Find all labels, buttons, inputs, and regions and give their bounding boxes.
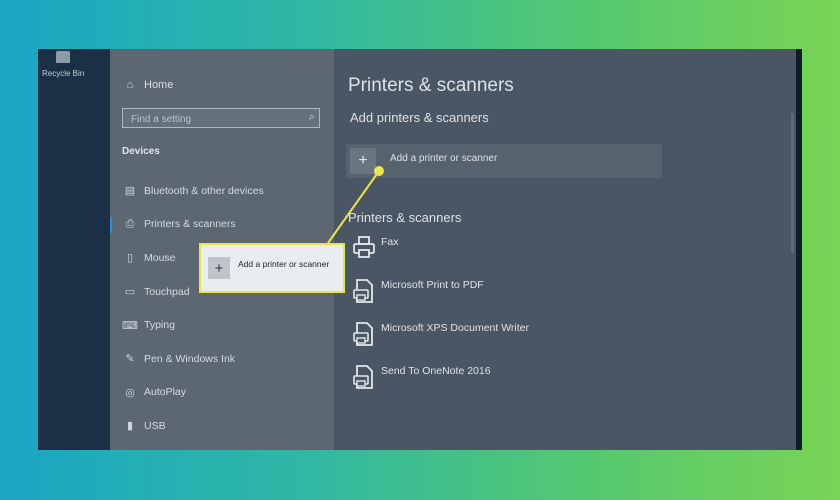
plus-icon: + bbox=[208, 257, 230, 279]
printer-item-fax[interactable]: Fax bbox=[352, 235, 399, 261]
printer-document-icon bbox=[353, 279, 373, 303]
printer-label: Send To OneNote 2016 bbox=[381, 365, 491, 377]
add-printer-button[interactable]: + Add a printer or scanner bbox=[346, 144, 662, 178]
printer-icon: ⎙ bbox=[125, 217, 135, 230]
sidebar-item-label: Mouse bbox=[144, 251, 176, 264]
nav-list: ▤ Bluetooth & other devices ⎙ Printers &… bbox=[110, 174, 264, 443]
printer-document-icon bbox=[353, 322, 373, 346]
desktop-strip: Recycle Bin bbox=[38, 49, 110, 450]
printer-item-onenote[interactable]: Send To OneNote 2016 bbox=[352, 364, 491, 390]
add-printer-label: Add a printer or scanner bbox=[390, 152, 498, 164]
printer-label: Microsoft XPS Document Writer bbox=[381, 322, 530, 334]
window-edge bbox=[796, 49, 802, 450]
sidebar-item-label: Printers & scanners bbox=[144, 218, 236, 231]
sidebar-item-usb[interactable]: ▮ USB bbox=[122, 409, 264, 443]
printer-item-pdf[interactable]: Microsoft Print to PDF bbox=[352, 278, 484, 304]
autoplay-icon: ◎ bbox=[125, 386, 135, 399]
sidebar-item-label: AutoPlay bbox=[144, 386, 187, 399]
search-icon[interactable]: ⌕ bbox=[309, 111, 315, 124]
printer-item-xps[interactable]: Microsoft XPS Document Writer bbox=[352, 321, 529, 347]
nav-home-label: Home bbox=[144, 79, 174, 91]
nav-home[interactable]: ⌂ Home bbox=[122, 79, 174, 91]
scrollbar[interactable] bbox=[791, 113, 794, 253]
plus-icon: + bbox=[350, 148, 376, 174]
printer-label: Microsoft Print to PDF bbox=[381, 279, 484, 291]
usb-icon: ▮ bbox=[126, 420, 134, 433]
sidebar-item-label: Pen & Windows Ink bbox=[144, 352, 236, 365]
recycle-bin-label: Recycle Bin bbox=[42, 69, 85, 78]
fax-icon bbox=[353, 236, 375, 258]
printer-label: Fax bbox=[381, 236, 399, 248]
page-title: Printers & scanners bbox=[348, 75, 514, 96]
recycle-bin-icon[interactable] bbox=[56, 51, 70, 63]
sidebar-item-pen[interactable]: ✎ Pen & Windows Ink bbox=[122, 342, 264, 376]
sidebar-item-label: Typing bbox=[144, 319, 175, 332]
sidebar-item-printers[interactable]: ⎙ Printers & scanners bbox=[110, 208, 264, 242]
settings-content: Printers & scanners Add printers & scann… bbox=[334, 49, 802, 450]
settings-screenshot: Recycle Bin ⌂ Home ⌕ Devices ▤ Bluetooth… bbox=[38, 49, 802, 450]
search-input[interactable] bbox=[129, 111, 293, 127]
sidebar-item-label: USB bbox=[144, 419, 166, 432]
printer-document-icon bbox=[353, 365, 373, 389]
keyboard-icon: ⌨ bbox=[122, 319, 138, 332]
sidebar-item-typing[interactable]: ⌨ Typing bbox=[122, 308, 264, 342]
sidebar-item-autoplay[interactable]: ◎ AutoPlay bbox=[122, 376, 264, 410]
mouse-icon: ▯ bbox=[126, 252, 134, 265]
sidebar-item-label: Bluetooth & other devices bbox=[144, 184, 264, 197]
pen-icon: ✎ bbox=[125, 353, 135, 366]
printer-list-title: Printers & scanners bbox=[348, 210, 462, 225]
search-box[interactable]: ⌕ bbox=[122, 108, 320, 128]
sidebar-item-label: Touchpad bbox=[144, 285, 190, 298]
touchpad-icon: ▭ bbox=[124, 286, 136, 299]
callout-zoom: + Add a printer or scanner bbox=[199, 243, 345, 293]
callout-label: Add a printer or scanner bbox=[238, 259, 330, 269]
bluetooth-devices-icon: ▤ bbox=[124, 185, 136, 198]
section-title-devices: Devices bbox=[122, 146, 160, 157]
add-section-title: Add printers & scanners bbox=[350, 110, 489, 125]
callout-anchor-dot bbox=[374, 166, 384, 176]
sidebar-item-bluetooth[interactable]: ▤ Bluetooth & other devices bbox=[122, 174, 264, 208]
home-icon: ⌂ bbox=[126, 79, 134, 91]
